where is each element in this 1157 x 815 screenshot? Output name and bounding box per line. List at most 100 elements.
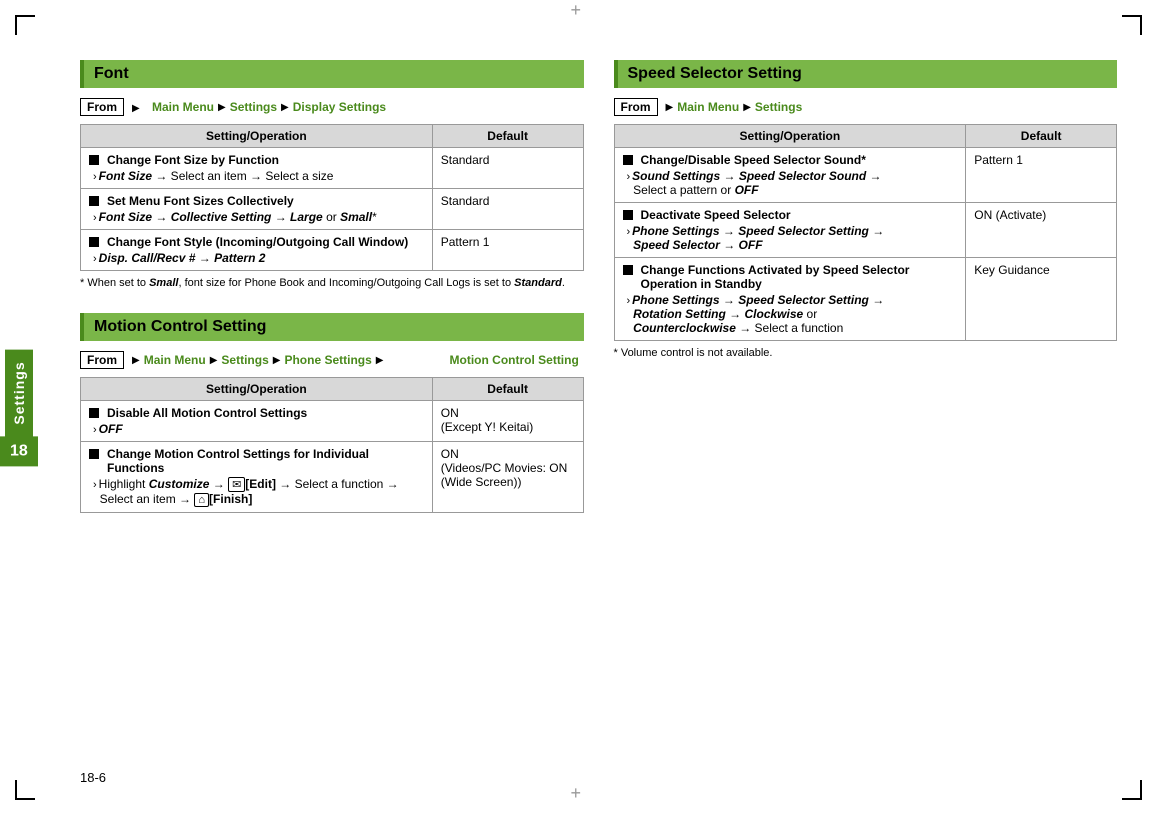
font-table-col1-header: Setting/Operation [81,125,433,148]
speed-row-2-sub: ›Phone Settings → Speed Selector Setting… [623,224,958,252]
font-row-2-operation: Set Menu Font Sizes Collectively ›Font S… [81,189,433,230]
font-row-3: Change Font Style (Incoming/Outgoing Cal… [81,230,584,271]
corner-mark-bl [15,780,35,800]
finish-key: ⌂ [194,493,209,507]
speed-row-1-operation: Change/Disable Speed Selector Sound* ›So… [614,148,966,203]
speed-breadcrumb: From ▶ Main Menu ▶ Settings [614,98,1118,116]
corner-mark-tr [1122,15,1142,35]
speed-row-1-default: Pattern 1 [966,148,1117,203]
motion-table-col2-header: Default [432,378,583,401]
speed-row-2-operation: Deactivate Speed Selector ›Phone Setting… [614,203,966,258]
bullet-2 [89,196,99,206]
speed-arrow-2: ▶ [743,102,751,113]
motion-arrow-4: ▶ [376,355,384,366]
motion-row-2-sub: ›Highlight Customize → ✉[Edit] → Select … [89,477,424,507]
speed-row-3-default: Key Guidance [966,258,1117,341]
corner-mark-tl [15,15,35,35]
speed-row-1-heading: Change/Disable Speed Selector Sound* [641,153,866,167]
font-section-title: Font [80,60,584,88]
motion-bc-1: Main Menu [144,353,206,367]
font-row-3-operation: Change Font Style (Incoming/Outgoing Cal… [81,230,433,271]
motion-bc-4: Motion Control Setting [390,353,579,367]
font-row-3-sub: ›Disp. Call/Recv # → Pattern 2 [89,251,424,265]
font-table-col2-header: Default [432,125,583,148]
font-bc-1: Main Menu [152,100,214,114]
crosshair-bottom [571,791,587,807]
motion-row-1: Disable All Motion Control Settings ›OFF… [81,401,584,442]
page-footer: 18-6 [80,770,106,785]
motion-bullet-1 [89,408,99,418]
speed-row-3-heading: Change Functions Activated by Speed Sele… [641,263,958,291]
speed-row-3-operation: Change Functions Activated by Speed Sele… [614,258,966,341]
speed-table-col2-header: Default [966,125,1117,148]
motion-arrow-3: ▶ [273,355,281,366]
motion-section-title: Motion Control Setting [80,313,584,341]
speed-row-2: Deactivate Speed Selector ›Phone Setting… [614,203,1117,258]
edit-key: ✉ [228,477,245,492]
motion-row-1-operation: Disable All Motion Control Settings ›OFF [81,401,433,442]
speed-row-1: Change/Disable Speed Selector Sound* ›So… [614,148,1117,203]
font-breadcrumb: From Main Menu ▶ Settings ▶ Display Sett… [80,98,584,116]
font-arrow-2: ▶ [218,102,226,113]
motion-row-1-sub: ›OFF [89,422,424,436]
speed-bullet-2 [623,210,633,220]
speed-row-3-sub: ›Phone Settings → Speed Selector Setting… [623,293,958,335]
corner-mark-br [1122,780,1142,800]
motion-row-2-heading: Change Motion Control Settings for Indiv… [107,447,424,475]
motion-row-1-default: ON(Except Y! Keitai) [432,401,583,442]
font-row-1-heading: Change Font Size by Function [107,153,279,167]
font-row-3-default: Pattern 1 [432,230,583,271]
font-row-1-sub: ›Font Size → Select an item → Select a s… [89,169,424,183]
speed-section: Speed Selector Setting From ▶ Main Menu … [614,60,1118,359]
font-from-box: From [80,98,124,116]
font-arrow-1 [132,100,148,114]
speed-bullet-3 [623,265,633,275]
motion-row-2: Change Motion Control Settings for Indiv… [81,442,584,513]
motion-table: Setting/Operation Default Disable All Mo… [80,377,584,513]
font-arrow-3: ▶ [281,102,289,113]
motion-row-2-default: ON(Videos/PC Movies: ON(Wide Screen)) [432,442,583,513]
motion-arrow-2: ▶ [210,355,218,366]
font-section: Font From Main Menu ▶ Settings ▶ Display… [80,60,584,289]
speed-table: Setting/Operation Default Change/Disable… [614,124,1118,341]
font-bc-3: Display Settings [293,100,386,114]
motion-bc-3: Phone Settings [284,353,371,367]
font-row-2-default: Standard [432,189,583,230]
speed-bc-1: Main Menu [677,100,739,114]
speed-row-2-heading: Deactivate Speed Selector [641,208,791,222]
font-row-1-default: Standard [432,148,583,189]
bullet-3 [89,237,99,247]
font-row-1: Change Font Size by Function ›Font Size … [81,148,584,189]
speed-bc-2: Settings [755,100,802,114]
font-footnote: * When set to Small, font size for Phone… [80,277,584,289]
bullet-1 [89,155,99,165]
motion-table-col1-header: Setting/Operation [81,378,433,401]
side-tab-container: Settings 18 [0,349,38,466]
motion-from-box: From [80,351,124,369]
motion-row-2-operation: Change Motion Control Settings for Indiv… [81,442,433,513]
font-bc-2: Settings [230,100,277,114]
font-row-1-operation: Change Font Size by Function ›Font Size … [81,148,433,189]
speed-section-title: Speed Selector Setting [614,60,1118,88]
side-tab-label: Settings [5,349,33,436]
motion-arrow-1: ▶ [132,355,140,366]
crosshair-top [571,8,587,24]
speed-row-2-default: ON (Activate) [966,203,1117,258]
speed-arrow-1: ▶ [666,102,674,113]
motion-bullet-2 [89,449,99,459]
side-tab-page-number: 18 [0,436,38,466]
font-row-2-sub: ›Font Size → Collective Setting → Large … [89,210,424,224]
speed-footnote: * Volume control is not available. [614,347,1118,359]
font-row-2-heading: Set Menu Font Sizes Collectively [107,194,294,208]
speed-table-col1-header: Setting/Operation [614,125,966,148]
font-row-2: Set Menu Font Sizes Collectively ›Font S… [81,189,584,230]
motion-row-1-heading: Disable All Motion Control Settings [107,406,307,420]
speed-row-1-sub: ›Sound Settings → Speed Selector Sound →… [623,169,958,197]
speed-bullet-1 [623,155,633,165]
motion-bc-2: Settings [221,353,268,367]
font-row-3-heading: Change Font Style (Incoming/Outgoing Cal… [107,235,408,249]
font-table: Setting/Operation Default Change Font Si… [80,124,584,271]
motion-breadcrumb: From ▶ Main Menu ▶ Settings ▶ Phone Sett… [80,351,584,369]
speed-from-box: From [614,98,658,116]
left-column: Font From Main Menu ▶ Settings ▶ Display… [80,60,584,519]
